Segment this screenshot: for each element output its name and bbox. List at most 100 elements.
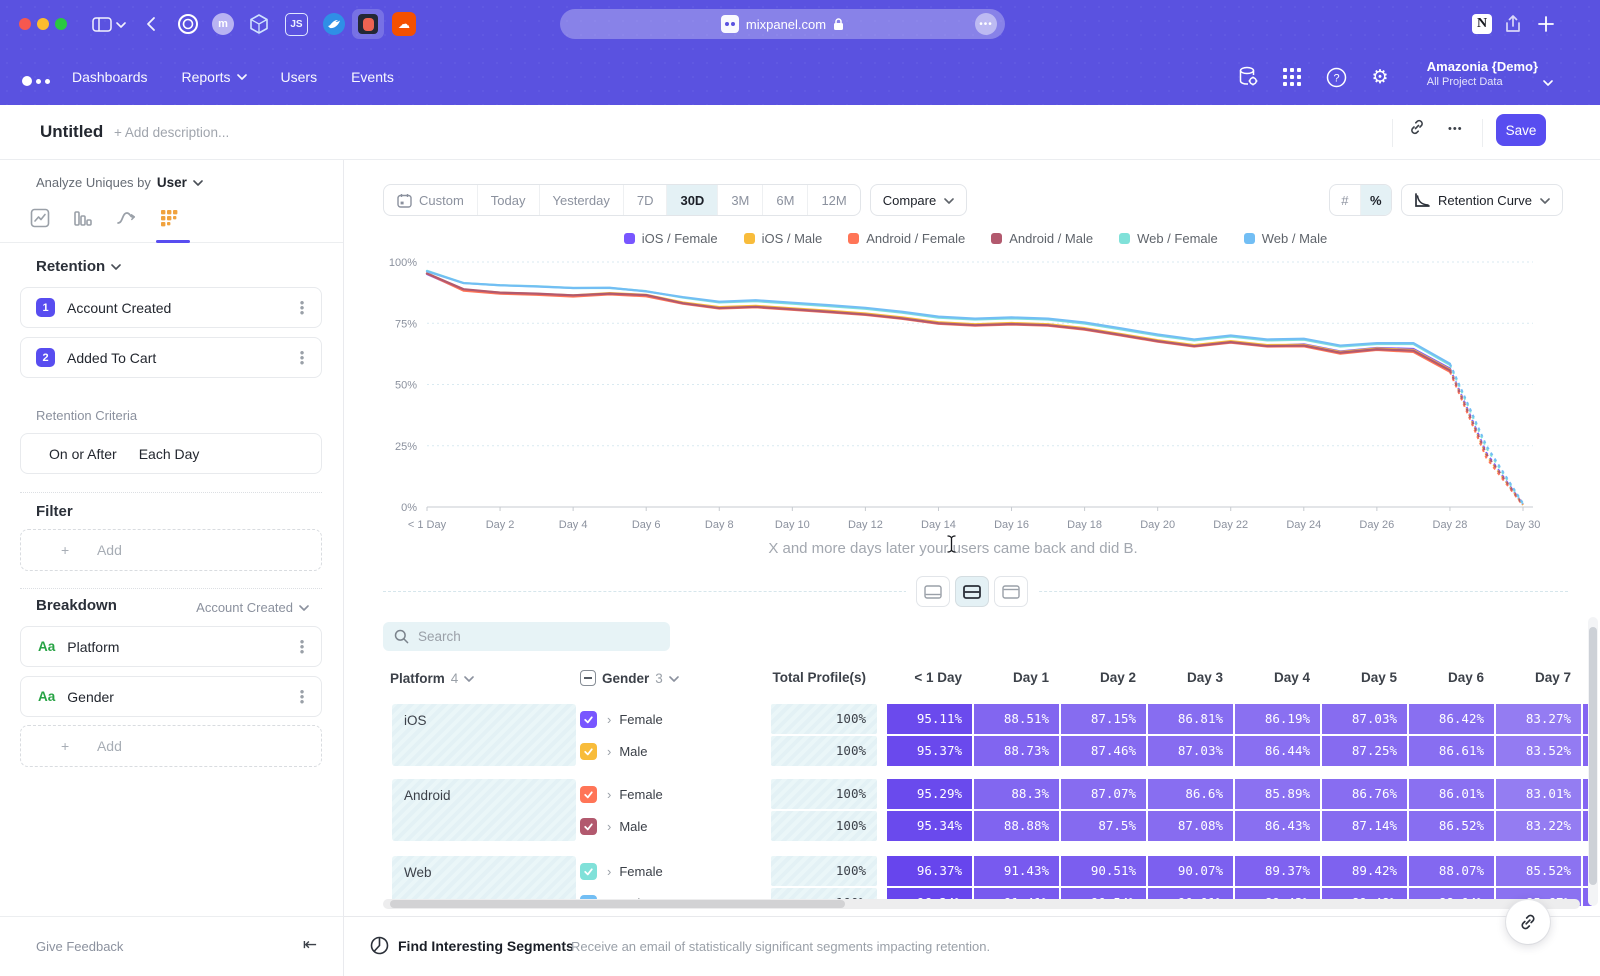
retention-cell[interactable]: 89.42%	[1322, 856, 1407, 886]
range-3m[interactable]: 3M	[717, 185, 762, 215]
retention-cell[interactable]: 83.22%	[1496, 811, 1581, 841]
retention-cell[interactable]: 87.15%	[1061, 704, 1146, 734]
retention-cell[interactable]: 87.25%	[1322, 736, 1407, 766]
retention-cell[interactable]: 86.61%	[1409, 736, 1494, 766]
retention-cell[interactable]: 95.37%	[887, 736, 972, 766]
tab-flows[interactable]	[116, 208, 136, 228]
gender-cell[interactable]: ›Male	[580, 811, 648, 841]
vertical-scrollbar[interactable]	[1588, 617, 1598, 906]
retention-cell[interactable]: 86.52%	[1409, 811, 1494, 841]
nav-item-users[interactable]: Users	[281, 69, 318, 85]
add-filter-button[interactable]: + Add	[20, 529, 322, 571]
share-link-floating-button[interactable]	[1506, 900, 1550, 944]
legend-item[interactable]: iOS / Male	[744, 231, 823, 246]
report-description-placeholder[interactable]: + Add description...	[114, 125, 229, 140]
retention-cell[interactable]: 88.73%	[974, 736, 1059, 766]
criteria-card[interactable]: On or After Each Day	[20, 433, 322, 474]
step-card-1[interactable]: 1 Account Created •••	[20, 287, 322, 328]
nav-item-dashboards[interactable]: Dashboards	[72, 69, 148, 85]
retention-cell[interactable]: 87.46%	[1061, 736, 1146, 766]
retention-cell[interactable]: 95.29%	[887, 779, 972, 809]
retention-cell[interactable]: 95.11%	[887, 704, 972, 734]
help-icon[interactable]: ?	[1324, 65, 1348, 89]
cube-extension-icon[interactable]	[248, 11, 270, 37]
retention-cell[interactable]: 91.43%	[974, 856, 1059, 886]
column-header[interactable]: < 1 Day	[887, 663, 972, 693]
step-card-2[interactable]: 2 Added To Cart •••	[20, 337, 322, 378]
settings-gear-icon[interactable]: ⚙	[1368, 65, 1392, 89]
retention-cell[interactable]: 85.52%	[1496, 856, 1581, 886]
total-profiles-header[interactable]: Total Profile(s)	[771, 663, 877, 693]
range-30d[interactable]: 30D	[666, 185, 717, 215]
site-options-icon[interactable]: •••	[975, 13, 997, 35]
retention-cell[interactable]: 86.19%	[1235, 704, 1320, 734]
unit-count-option[interactable]: #	[1330, 185, 1361, 215]
retention-cell[interactable]: 88.3%	[974, 779, 1059, 809]
chevron-down-icon[interactable]	[116, 11, 126, 37]
save-button[interactable]: Save	[1496, 114, 1546, 146]
v-scrollbar-thumb[interactable]	[1589, 627, 1597, 885]
legend-item[interactable]: Web / Male	[1244, 231, 1328, 246]
retention-cell[interactable]: 90.07%	[1148, 856, 1233, 886]
retention-cell[interactable]: 86.43%	[1235, 811, 1320, 841]
range-12m[interactable]: 12M	[807, 185, 859, 215]
share-icon[interactable]	[1505, 11, 1521, 37]
retention-cell[interactable]: 87.07%	[1061, 779, 1146, 809]
column-header[interactable]: Day 6	[1409, 663, 1494, 693]
layout-chart-icon[interactable]	[916, 576, 950, 607]
expand-chevron-icon[interactable]: ›	[607, 819, 611, 834]
retention-cell[interactable]: 88.88%	[974, 811, 1059, 841]
retention-cell[interactable]: 89.37%	[1235, 856, 1320, 886]
gender-cell[interactable]: ›Female	[580, 704, 663, 734]
indeterminate-checkbox[interactable]	[580, 670, 596, 686]
legend-item[interactable]: iOS / Female	[624, 231, 718, 246]
range-today[interactable]: Today	[477, 185, 539, 215]
criteria-mode[interactable]: On or After	[49, 446, 117, 462]
table-search-input[interactable]: Search	[383, 622, 670, 651]
tab-funnels[interactable]	[73, 208, 93, 228]
legend-item[interactable]: Web / Female	[1119, 231, 1218, 246]
horizontal-scrollbar[interactable]	[383, 899, 1580, 909]
range-yesterday[interactable]: Yesterday	[539, 185, 623, 215]
back-icon[interactable]	[146, 11, 156, 37]
breakdown-scope[interactable]: Account Created	[196, 600, 293, 615]
kebab-menu-icon[interactable]: •••	[297, 350, 307, 365]
series-checkbox[interactable]	[580, 863, 597, 880]
find-segments-title[interactable]: Find Interesting Segments	[398, 938, 574, 954]
retention-cell[interactable]: 87.5%	[1061, 811, 1146, 841]
range-6m[interactable]: 6M	[762, 185, 807, 215]
add-breakdown-button[interactable]: + Add	[20, 725, 322, 767]
h-scrollbar-thumb[interactable]	[390, 900, 845, 908]
series-checkbox[interactable]	[580, 786, 597, 803]
gender-cell[interactable]: ›Male	[580, 736, 648, 766]
retention-section-title[interactable]: Retention	[36, 258, 105, 275]
sidebar-toggle-icon[interactable]	[92, 11, 112, 37]
copy-link-icon[interactable]	[1408, 118, 1426, 136]
retention-cell[interactable]: 90.51%	[1061, 856, 1146, 886]
project-switcher[interactable]: Amazonia {Demo} All Project Data	[1427, 59, 1538, 88]
retention-cell[interactable]: 86.44%	[1235, 736, 1320, 766]
nav-item-reports[interactable]: Reports	[182, 69, 247, 85]
column-header[interactable]: Day 2	[1061, 663, 1146, 693]
soundcloud-extension-icon[interactable]: ☁	[392, 11, 416, 37]
platform-column-select[interactable]: Platform 4	[390, 663, 474, 693]
report-title[interactable]: Untitled	[40, 122, 103, 142]
kebab-menu-icon[interactable]: •••	[297, 689, 307, 704]
column-header[interactable]: Day 5	[1322, 663, 1407, 693]
gender-cell[interactable]: ›Female	[580, 856, 663, 886]
retention-cell[interactable]: 88.07%	[1409, 856, 1494, 886]
address-bar[interactable]: mixpanel.com •••	[560, 9, 1005, 39]
retention-cell[interactable]: 86.42%	[1409, 704, 1494, 734]
tab-insights[interactable]	[30, 208, 50, 228]
new-tab-icon[interactable]	[1538, 11, 1554, 37]
legend-item[interactable]: Android / Male	[991, 231, 1093, 246]
series-checkbox[interactable]	[580, 743, 597, 760]
legend-item[interactable]: Android / Female	[848, 231, 965, 246]
gender-column-select[interactable]: Gender 3	[580, 663, 679, 693]
js-extension-icon[interactable]: JS	[285, 11, 308, 37]
more-options-icon[interactable]: •••	[1448, 123, 1463, 135]
retention-cell[interactable]: 88.51%	[974, 704, 1059, 734]
retention-chart-area[interactable]: 100%75%50%25%0%< 1 DayDay 2Day 4Day 6Day…	[383, 250, 1568, 545]
active-extension-icon[interactable]	[352, 9, 384, 39]
expand-chevron-icon[interactable]: ›	[607, 744, 611, 759]
